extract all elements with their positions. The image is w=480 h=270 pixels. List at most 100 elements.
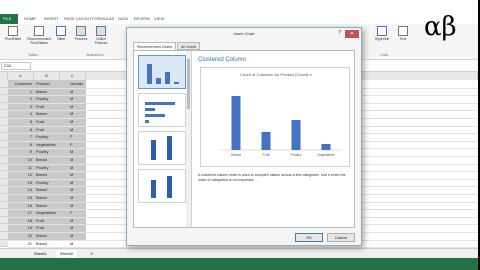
pictures-button[interactable]: Pictures [72,26,90,41]
close-button[interactable]: ✕ [345,30,359,38]
recommended-pivottables-button[interactable]: Recommended PivotTables [26,26,52,45]
tab-data[interactable]: DATA [118,16,128,21]
row-header[interactable] [0,194,8,202]
cell-a[interactable]: 8 [10,141,32,149]
table-row[interactable]: 8 Vegetables F [8,141,86,149]
row-header[interactable] [0,140,8,149]
column-header-c[interactable]: C [60,72,86,80]
cell-c[interactable]: M [70,110,90,118]
table-row[interactable]: 1 Bread M [8,88,86,96]
cell-b[interactable]: Fruit [36,217,66,225]
cell-c[interactable]: M [70,179,90,187]
cell-a[interactable]: Customer [10,80,32,88]
cell-b[interactable]: Poultry [36,148,66,156]
cell-c[interactable]: M [70,232,90,240]
cell-b[interactable]: Bread [36,88,66,96]
text-button[interactable]: Text [396,26,410,41]
tab-page-layout[interactable]: PAGE LAYOUT [64,16,92,21]
table-row[interactable]: 10 Bread M [8,156,86,164]
column-header-b[interactable]: B [34,72,60,80]
table-row[interactable]: 15 Bread M [8,194,86,202]
thumb-column-variant[interactable] [138,131,186,165]
cell-c[interactable]: M [70,88,90,96]
table-row[interactable]: 20 Bread M [8,232,86,240]
tab-review[interactable]: REVIEW [134,16,150,21]
cell-c[interactable]: M [70,186,90,194]
row-header[interactable] [0,125,8,134]
header-row[interactable]: Customer Product Gender [8,80,86,88]
help-icon[interactable]: ? [338,30,341,36]
table-row[interactable]: 18 Fruit M [8,217,86,225]
cancel-button[interactable]: Cancel [327,233,355,242]
cell-c[interactable]: F [70,209,90,217]
row-header[interactable] [0,178,8,187]
row-header[interactable] [0,80,8,88]
row-header[interactable] [0,171,8,179]
row-header[interactable] [0,133,8,141]
table-row[interactable]: 3 Fruit M [8,103,86,111]
cell-b[interactable]: Fruit [36,103,66,111]
sheet-tab-1[interactable]: Sheet1 [30,250,51,258]
cell-a[interactable]: 3 [10,103,32,111]
cell-c[interactable]: M [70,118,90,126]
row-header[interactable] [0,87,8,96]
table-row[interactable]: 4 Bread M [8,110,86,118]
cell-b[interactable]: Bread [36,156,66,164]
row-header[interactable] [0,239,8,248]
cell-c[interactable]: F [70,141,90,149]
table-row[interactable]: 13 Poultry M [8,179,86,187]
cell-b[interactable]: Poultry [36,164,66,172]
tab-view[interactable]: VIEW [154,16,164,21]
table-row[interactable]: 19 Fruit M [8,224,86,232]
cell-a[interactable]: 16 [10,202,32,210]
thumbnail-scrollbar[interactable] [186,51,191,227]
row-header[interactable] [0,224,8,232]
cell-a[interactable]: 15 [10,194,32,202]
tab-formulas[interactable]: FORMULAS [92,16,114,21]
cell-a[interactable]: 2 [10,95,32,103]
cell-b[interactable]: Bread [36,186,66,194]
row-header[interactable] [0,148,8,156]
cell-b[interactable]: Poultry [36,133,66,141]
table-row[interactable]: 12 Bread M [8,171,86,179]
table-row[interactable]: 7 Poultry F [8,133,86,141]
cell-a[interactable]: 5 [10,118,32,126]
cell-c[interactable]: M [70,202,90,210]
table-row[interactable]: 6 Fruit M [8,126,86,134]
thumb-clustered-column[interactable] [138,55,186,89]
cell-b[interactable]: Fruit [36,224,66,232]
hyperlink-button[interactable]: Hyperlink [372,26,392,41]
cell-b[interactable]: Bread [36,171,66,179]
online-pictures-button[interactable]: Online Pictures [92,26,110,45]
table-row[interactable]: 5 Fruit M [8,118,86,126]
add-sheet-icon[interactable]: ⊕ [86,250,97,258]
cell-c[interactable]: M [70,194,90,202]
ok-button[interactable]: OK [295,233,323,242]
pivottable-button[interactable]: PivotTable [2,26,24,41]
cell-c[interactable]: Gender [70,80,90,88]
row-header[interactable] [0,209,8,217]
tab-insert[interactable]: INSERT [44,16,59,21]
sheet-tab-2[interactable]: Sheet2 [56,250,78,258]
cell-b[interactable]: Bread [36,110,66,118]
cell-a[interactable]: 1 [10,88,32,96]
cell-a[interactable]: 18 [10,217,32,225]
cell-c[interactable]: M [70,164,90,172]
cell-b[interactable]: Vegetables [36,141,66,149]
cell-a[interactable]: 12 [10,171,32,179]
tab-home[interactable]: HOME [24,16,36,21]
cell-c[interactable]: M [70,217,90,225]
tab-recommended-charts[interactable]: Recommended Charts [133,42,177,50]
scrollbar-thumb[interactable] [187,59,190,109]
cell-a[interactable]: 11 [10,164,32,172]
select-all-corner[interactable] [0,72,8,80]
cell-a[interactable]: 20 [10,232,32,240]
table-button[interactable]: Table [54,26,68,41]
cell-a[interactable]: 17 [10,209,32,217]
table-row[interactable]: 14 Bread M [8,186,86,194]
column-header-a[interactable]: A [8,72,34,80]
table-row[interactable]: 2 Poultry M [8,95,86,103]
cell-a[interactable]: 14 [10,186,32,194]
cell-a[interactable]: 7 [10,133,32,141]
cell-a[interactable]: 13 [10,179,32,187]
